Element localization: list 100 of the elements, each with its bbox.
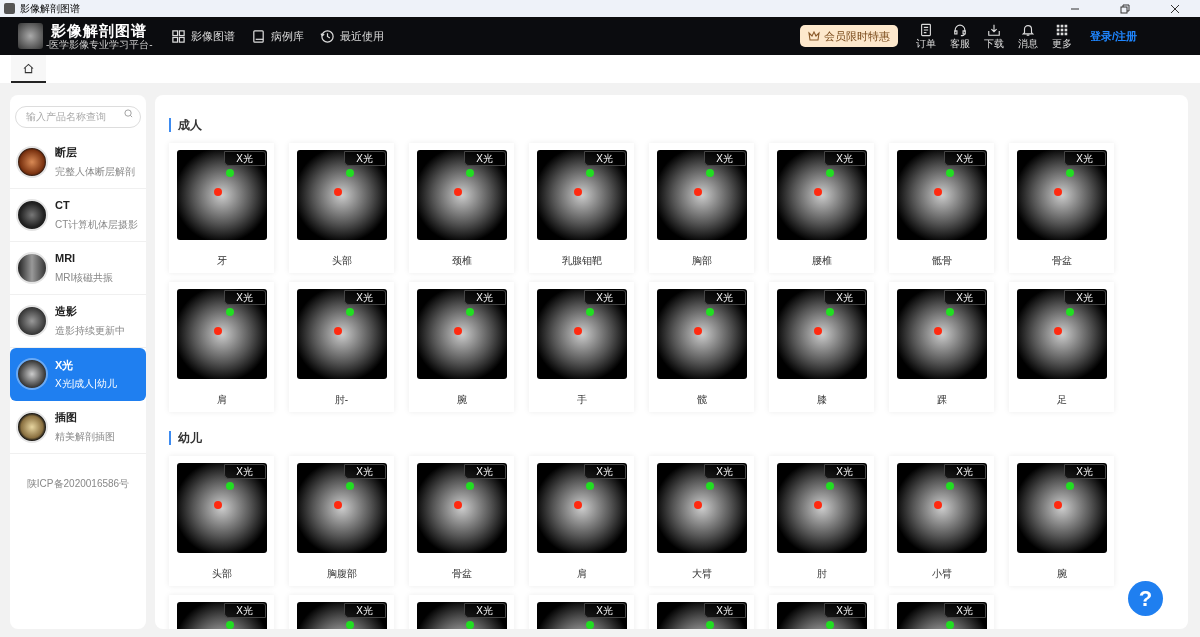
pin-marker-icon — [1053, 327, 1062, 335]
pin-marker-icon — [213, 188, 222, 196]
xray-card[interactable]: X光 手 — [529, 282, 634, 412]
xray-card[interactable]: X光 — [649, 595, 754, 629]
pin-marker-icon — [693, 327, 702, 335]
xray-badge: X光 — [223, 290, 266, 305]
xray-card[interactable]: X光 肩 — [169, 282, 274, 412]
xray-card-label: 胸部 — [691, 254, 712, 268]
xray-card-label: 颈椎 — [451, 254, 472, 268]
xray-badge: X光 — [463, 151, 506, 166]
xray-card-label: 肘 — [816, 567, 827, 581]
xray-badge: X光 — [223, 464, 266, 479]
xray-card[interactable]: X光 头部 — [289, 143, 394, 273]
xray-card[interactable]: X光 — [169, 595, 274, 629]
xray-card[interactable]: X光 小臂 — [889, 456, 994, 586]
xray-card-label: 腰椎 — [811, 254, 832, 268]
pin-marker-icon — [573, 501, 582, 509]
category-item[interactable]: X光 X光|成人|幼儿 — [10, 347, 146, 401]
pin-marker-icon — [825, 482, 834, 490]
xray-card-label: 膝 — [816, 393, 827, 407]
xray-card[interactable]: X光 骶骨 — [889, 143, 994, 273]
xray-card[interactable]: X光 足 — [1009, 282, 1114, 412]
xray-card[interactable]: X光 踝 — [889, 282, 994, 412]
xray-badge: X光 — [823, 151, 866, 166]
category-subtitle: 精美解剖插图 — [55, 429, 115, 444]
xray-card[interactable]: X光 肘 — [769, 456, 874, 586]
pin-marker-icon — [825, 621, 834, 629]
xray-card-label: 牙 — [216, 254, 227, 268]
xray-badge: X光 — [943, 464, 986, 479]
xray-card-label: 骨盆 — [1051, 254, 1072, 268]
nav-link[interactable]: 最近使用 — [319, 27, 384, 45]
restore-icon[interactable] — [1120, 3, 1130, 14]
xray-card[interactable]: X光 腰椎 — [769, 143, 874, 273]
xray-card[interactable]: X光 — [529, 595, 634, 629]
xray-card[interactable]: X光 膝 — [769, 282, 874, 412]
nav-link[interactable]: 病例库 — [250, 27, 304, 45]
toolbar-button[interactable]: 消息 — [1015, 23, 1040, 49]
xray-card[interactable]: X光 肩 — [529, 456, 634, 586]
xray-card[interactable]: X光 腕 — [409, 282, 514, 412]
category-subtitle: MRI核磁共振 — [55, 270, 114, 285]
pin-marker-icon — [945, 308, 954, 316]
xray-card[interactable]: X光 肘- — [289, 282, 394, 412]
xray-card[interactable]: X光 颈椎 — [409, 143, 514, 273]
toolbar-button[interactable]: 更多 — [1049, 23, 1074, 49]
pin-marker-icon — [225, 169, 234, 177]
icp-number[interactable]: 陕ICP备2020016586号 — [10, 475, 146, 491]
xray-badge: X光 — [823, 464, 866, 479]
help-button[interactable]: ? — [1128, 581, 1163, 616]
xray-card-label: 头部 — [211, 567, 232, 581]
category-title: MRI — [55, 251, 77, 267]
pin-marker-icon — [945, 482, 954, 490]
xray-card[interactable]: X光 大臂 — [649, 456, 754, 586]
category-photo-placeholder — [16, 304, 48, 337]
category-photo-placeholder — [16, 358, 48, 390]
pin-marker-icon — [705, 621, 714, 629]
xray-card[interactable]: X光 — [409, 595, 514, 629]
toolbar-button[interactable]: 客服 — [947, 23, 972, 49]
search-field[interactable]: 输入产品名称查询 — [15, 105, 141, 128]
pin-marker-icon — [333, 327, 342, 335]
xray-card-label: 腕 — [1056, 567, 1067, 581]
xray-card[interactable]: X光 髋 — [649, 282, 754, 412]
xray-card-label: 手 — [576, 393, 587, 407]
pin-marker-icon — [465, 621, 474, 629]
xray-card[interactable]: X光 — [769, 595, 874, 629]
xray-card-label: 头部 — [331, 254, 352, 268]
pin-marker-icon — [453, 501, 462, 509]
toolbar-button[interactable]: 订单 — [913, 23, 938, 49]
category-title: 插图 — [55, 410, 78, 426]
xray-card[interactable]: X光 — [889, 595, 994, 629]
pin-marker-icon — [465, 308, 474, 316]
pin-marker-icon — [453, 327, 462, 335]
pin-marker-icon — [345, 482, 354, 490]
xray-card[interactable]: X光 乳腺钼靶 — [529, 143, 634, 273]
pin-marker-icon — [945, 169, 954, 177]
pin-marker-icon — [213, 327, 222, 335]
xray-card[interactable]: X光 牙 — [169, 143, 274, 273]
grid-icon — [170, 28, 186, 44]
home-tab[interactable] — [11, 55, 46, 83]
xray-card[interactable]: X光 头部 — [169, 456, 274, 586]
xray-badge: X光 — [943, 290, 986, 305]
xray-badge: X光 — [703, 603, 746, 618]
xray-card[interactable]: X光 胸部 — [649, 143, 754, 273]
xray-card[interactable]: X光 — [289, 595, 394, 629]
xray-card[interactable]: X光 胸腹部 — [289, 456, 394, 586]
nav-link[interactable]: 影像图谱 — [170, 27, 235, 45]
pin-marker-icon — [1053, 188, 1062, 196]
pin-marker-icon — [453, 188, 462, 196]
login-link[interactable]: 登录/注册 — [1089, 27, 1137, 45]
toolbar-button[interactable]: 下载 — [981, 23, 1006, 49]
pin-marker-icon — [813, 501, 822, 509]
xray-card[interactable]: X光 腕 — [1009, 456, 1114, 586]
promo-button[interactable]: 会员限时特惠 — [799, 25, 898, 47]
book-icon — [250, 28, 266, 44]
home-icon — [23, 62, 34, 74]
xray-card-label: 胸腹部 — [326, 567, 357, 581]
xray-card[interactable]: X光 骨盆 — [409, 456, 514, 586]
xray-badge: X光 — [823, 290, 866, 305]
close-icon[interactable] — [1170, 3, 1180, 14]
xray-card[interactable]: X光 骨盆 — [1009, 143, 1114, 273]
pin-marker-icon — [345, 621, 354, 629]
